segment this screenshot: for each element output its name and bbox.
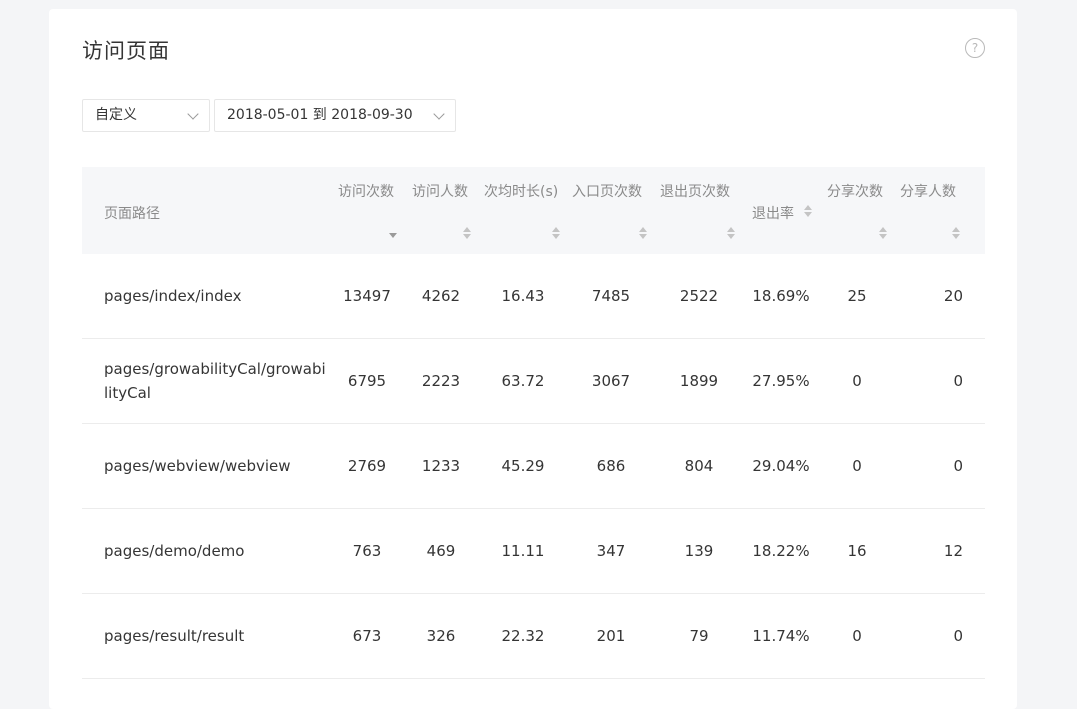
cell-path: pages/demo/demo	[104, 542, 245, 560]
range-type-select[interactable]: 自定义	[82, 99, 210, 132]
cell-sharers: 20	[943, 287, 963, 305]
cell-exit-rate: 11.74%	[752, 627, 810, 645]
cell-shares: 0	[852, 457, 862, 475]
cell-visits: 2769	[347, 457, 387, 475]
cell-shares: 0	[852, 627, 862, 645]
sort-entry-icon[interactable]	[639, 227, 648, 239]
cell-visitors: 469	[426, 542, 456, 560]
header-avg-duration[interactable]: 次均时长(s)	[484, 181, 558, 201]
sort-sharers-icon[interactable]	[952, 227, 961, 239]
pages-table: 页面路径 访问次数 访问人数 次均时长(s) 入口页次数 退出页次数 退出率 分…	[82, 167, 985, 679]
cell-shares: 25	[847, 287, 867, 305]
cell-exit-rate: 18.69%	[752, 287, 810, 305]
cell-exit: 139	[684, 542, 714, 560]
cell-avg-duration: 22.32	[501, 627, 545, 645]
help-icon[interactable]: ?	[965, 38, 985, 58]
header-page-path: 页面路径	[104, 206, 160, 222]
cell-sharers: 0	[953, 372, 963, 390]
cell-exit-rate: 18.22%	[752, 542, 810, 560]
cell-exit-rate: 29.04%	[752, 457, 810, 475]
cell-avg-duration: 45.29	[501, 457, 545, 475]
sort-visits-icon[interactable]	[389, 231, 398, 243]
cell-path: pages/result/result	[104, 627, 245, 645]
visit-pages-card: 访问页面 ? 自定义 2018-05-01 到 2018-09-30 页面路径 …	[49, 9, 1017, 709]
table-row: pages/webview/webview 2769 1233 45.29 68…	[82, 424, 985, 509]
cell-exit: 804	[684, 457, 714, 475]
date-range-value: 2018-05-01 到 2018-09-30	[227, 107, 413, 123]
table-header: 页面路径 访问次数 访问人数 次均时长(s) 入口页次数 退出页次数 退出率 分…	[82, 167, 985, 254]
page-title: 访问页面	[82, 39, 170, 63]
header-sharers[interactable]: 分享人数	[900, 181, 956, 201]
cell-sharers: 12	[943, 542, 963, 560]
table-row: pages/result/result 673 326 22.32 201 79…	[82, 594, 985, 679]
cell-shares: 0	[852, 372, 862, 390]
cell-sharers: 0	[953, 457, 963, 475]
sort-exit-rate-icon[interactable]	[804, 205, 813, 217]
cell-visitors: 1233	[421, 457, 461, 475]
cell-entry: 201	[596, 627, 626, 645]
header-visitors[interactable]: 访问人数	[412, 181, 468, 201]
chevron-down-icon	[433, 108, 445, 120]
cell-visitors: 4262	[421, 287, 461, 305]
range-type-value: 自定义	[95, 107, 137, 123]
sort-visitors-icon[interactable]	[463, 227, 472, 239]
cell-path: pages/index/index	[104, 287, 242, 305]
table-row: pages/index/index 13497 4262 16.43 7485 …	[82, 254, 985, 339]
cell-visitors: 2223	[421, 372, 461, 390]
cell-exit: 2522	[679, 287, 719, 305]
cell-sharers: 0	[953, 627, 963, 645]
header-exit-count[interactable]: 退出页次数	[660, 181, 730, 201]
cell-path: pages/growabilityCal/growabilityCal	[104, 360, 326, 402]
cell-exit: 79	[689, 627, 709, 645]
sort-exit-icon[interactable]	[727, 227, 736, 239]
sort-shares-icon[interactable]	[879, 227, 888, 239]
cell-avg-duration: 63.72	[501, 372, 545, 390]
table-row: pages/demo/demo 763 469 11.11 347 139 18…	[82, 509, 985, 594]
cell-entry: 686	[596, 457, 626, 475]
header-visits[interactable]: 访问次数	[338, 181, 394, 201]
header-exit-rate[interactable]: 退出率	[752, 203, 794, 223]
header-entry-count[interactable]: 入口页次数	[572, 181, 642, 201]
cell-visits: 13497	[343, 287, 391, 305]
table-row: pages/growabilityCal/growabilityCal 6795…	[82, 339, 985, 424]
cell-exit-rate: 27.95%	[752, 372, 810, 390]
date-range-picker[interactable]: 2018-05-01 到 2018-09-30	[214, 99, 456, 132]
cell-entry: 7485	[591, 287, 631, 305]
cell-visits: 763	[352, 542, 382, 560]
sort-avg-duration-icon[interactable]	[552, 227, 561, 239]
cell-avg-duration: 11.11	[501, 542, 545, 560]
cell-exit: 1899	[679, 372, 719, 390]
chevron-down-icon	[187, 108, 199, 120]
cell-avg-duration: 16.43	[501, 287, 545, 305]
cell-entry: 3067	[591, 372, 631, 390]
cell-entry: 347	[596, 542, 626, 560]
cell-path: pages/webview/webview	[104, 457, 291, 475]
cell-visits: 673	[352, 627, 382, 645]
cell-shares: 16	[847, 542, 867, 560]
cell-visitors: 326	[426, 627, 456, 645]
cell-visits: 6795	[347, 372, 387, 390]
header-shares[interactable]: 分享次数	[827, 181, 883, 201]
